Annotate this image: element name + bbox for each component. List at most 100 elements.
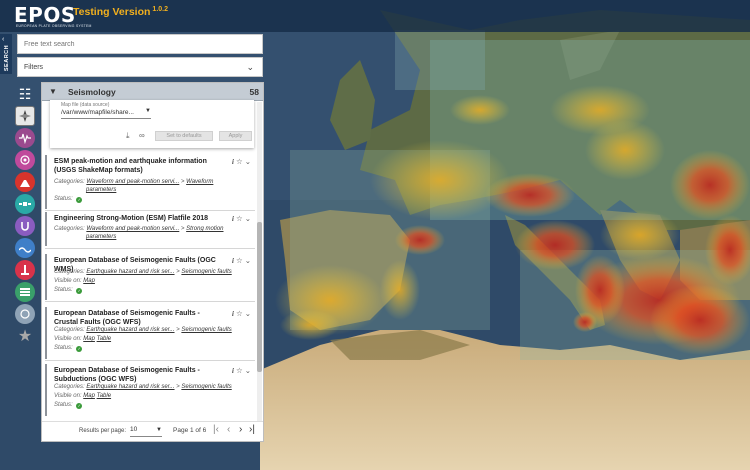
subcategory-link-cont[interactable]: parameters [86, 234, 116, 240]
item-categories: Categories: Earthquake hazard and risk s… [54, 384, 232, 390]
item-actions: i ☆ ⌄ [230, 366, 251, 375]
satellite-icon[interactable] [15, 194, 35, 214]
link-icon[interactable]: ∞ [139, 131, 145, 140]
status-label: Status: [54, 402, 73, 408]
map-file-value: /var/www/mapfile/share... [61, 109, 134, 116]
chevron-down-icon[interactable]: ⌄ [245, 366, 251, 375]
domain-header[interactable]: ▼ Seismology 58 [42, 83, 263, 101]
filters-dropdown[interactable]: Filters ⌄ [17, 57, 263, 77]
subcategory-link[interactable]: Seismogenic faults [181, 327, 231, 333]
visible-on-table-link[interactable]: Table [97, 393, 111, 399]
results-per-page-label: Results per page: [79, 428, 127, 434]
caret-down-icon: ▼ [145, 108, 151, 114]
categories-label: Categories: [54, 384, 85, 390]
prev-page-icon[interactable]: ‹ [227, 424, 230, 435]
compass-icon[interactable] [15, 106, 35, 126]
chevron-down-icon[interactable]: ⌄ [245, 256, 251, 265]
set-defaults-button[interactable]: Set to defaults [155, 131, 213, 141]
gnss-icon[interactable] [15, 150, 35, 170]
seismology-icon[interactable] [15, 128, 35, 148]
free-text-search[interactable] [17, 34, 263, 54]
geological-information-icon[interactable] [15, 282, 35, 302]
subcategory-link-cont[interactable]: parameters [86, 187, 116, 193]
categories-label: Categories: [54, 226, 85, 232]
list-item[interactable]: ESM peak-motion and earthquake informati… [45, 155, 255, 209]
info-icon[interactable]: i [232, 256, 234, 265]
apply-button[interactable]: Apply [219, 131, 252, 141]
star-icon[interactable]: ☆ [236, 157, 243, 166]
category-link[interactable]: Earthquake hazard and risk ser... [86, 384, 174, 390]
version-label-text: Testing Version [73, 6, 151, 18]
status-ok-icon: ✓ [76, 346, 83, 352]
visible-on-label: Visible on: [54, 393, 82, 399]
item-title[interactable]: Engineering Strong-Motion (ESM) Flatfile… [54, 214, 222, 223]
results-panel: ▼ Seismology 58 Map file (data source) /… [41, 82, 264, 442]
layer-settings-popup: Map file (data source) /var/www/mapfile/… [50, 100, 254, 148]
category-link[interactable]: Earthquake hazard and risk ser... [86, 269, 174, 275]
subcategory-link[interactable]: Seismogenic faults [181, 269, 231, 275]
divider [45, 248, 255, 249]
chevron-down-icon[interactable]: ⌄ [245, 157, 251, 166]
last-page-icon[interactable]: ›| [249, 424, 255, 435]
list-item[interactable]: European Database of Seismogenic Faults … [45, 364, 255, 416]
item-categories-cont: parameters [86, 234, 116, 240]
list-item[interactable]: Engineering Strong-Motion (ESM) Flatfile… [45, 212, 255, 246]
list-item[interactable]: European Database of Seismogenic Faults … [45, 254, 255, 300]
map-file-select[interactable]: /var/www/mapfile/share... ▼ [61, 108, 151, 119]
divider [45, 360, 255, 361]
category-link[interactable]: Earthquake hazard and risk ser... [86, 327, 174, 333]
category-link[interactable]: Waveform and peak-motion servi... [86, 179, 179, 185]
map-file-label: Map file (data source) [61, 102, 110, 108]
visible-on-map-link[interactable]: Map [83, 336, 95, 342]
item-status: Status: ✓ [54, 402, 83, 409]
geomagnetism-icon[interactable] [15, 216, 35, 236]
info-icon[interactable]: i [232, 157, 234, 166]
subcategory-link[interactable]: Seismogenic faults [181, 384, 231, 390]
item-title[interactable]: European Database of Seismogenic Faults … [54, 366, 222, 384]
results-per-page-value: 10 [130, 426, 138, 433]
visible-on-table-link[interactable]: Table [97, 336, 111, 342]
categories-label: Categories: [54, 327, 85, 333]
category-link[interactable]: Waveform and peak-motion servi... [86, 226, 179, 232]
chevron-left-icon: ‹ [2, 36, 5, 43]
list-item[interactable]: European Database of Seismogenic Faults … [45, 307, 255, 359]
star-icon[interactable]: ☆ [236, 214, 243, 223]
chevron-down-icon[interactable]: ⌄ [245, 214, 251, 223]
visible-on-map-link[interactable]: Map [83, 278, 95, 284]
subcategory-link[interactable]: Strong motion [186, 226, 223, 232]
download-icon[interactable]: ⤓ [126, 131, 130, 141]
star-icon[interactable]: ☆ [236, 309, 243, 318]
search-tab-label: SEARCH [4, 44, 11, 72]
chevron-down-icon[interactable]: ⌄ [245, 309, 251, 318]
info-icon[interactable]: i [232, 366, 234, 375]
anthropogenic-hazards-icon[interactable] [15, 260, 35, 280]
page-indicator: Page 1 of 6 [173, 427, 207, 434]
star-icon[interactable]: ☆ [236, 256, 243, 265]
scrollbar-thumb[interactable] [257, 222, 262, 372]
search-panel-toggle[interactable]: ‹ SEARCH [0, 34, 12, 74]
item-actions: i ☆ ⌄ [230, 256, 251, 265]
visible-on-map-link[interactable]: Map [83, 393, 95, 399]
status-label: Status: [54, 196, 73, 202]
tsunami-icon[interactable] [15, 238, 35, 258]
item-title[interactable]: European Database of Seismogenic Faults … [54, 309, 222, 327]
filter-funnel-icon[interactable]: ▼ [49, 87, 57, 96]
search-input[interactable] [18, 35, 262, 53]
info-icon[interactable]: i [232, 309, 234, 318]
star-icon[interactable]: ☆ [236, 366, 243, 375]
results-scrollbar[interactable] [257, 102, 262, 424]
item-title[interactable]: ESM peak-motion and earthquake informati… [54, 157, 222, 175]
item-categories: Categories: Earthquake hazard and risk s… [54, 269, 232, 275]
status-label: Status: [54, 287, 73, 293]
multi-scale-labs-icon[interactable] [15, 304, 35, 324]
subcategory-link[interactable]: Waveform [186, 179, 213, 185]
favourites-star-icon[interactable]: ★ [15, 326, 35, 346]
info-icon[interactable]: i [232, 214, 234, 223]
first-page-icon[interactable]: |‹ [213, 424, 219, 435]
next-page-icon[interactable]: › [239, 424, 242, 435]
item-visible-on: Visible on: Map Table [54, 336, 111, 342]
volcano-icon[interactable] [15, 172, 35, 192]
grid-menu-icon[interactable]: ☷ [15, 84, 35, 104]
results-per-page-select[interactable]: 10 ▼ [130, 426, 162, 437]
item-categories: Categories: Earthquake hazard and risk s… [54, 327, 232, 333]
